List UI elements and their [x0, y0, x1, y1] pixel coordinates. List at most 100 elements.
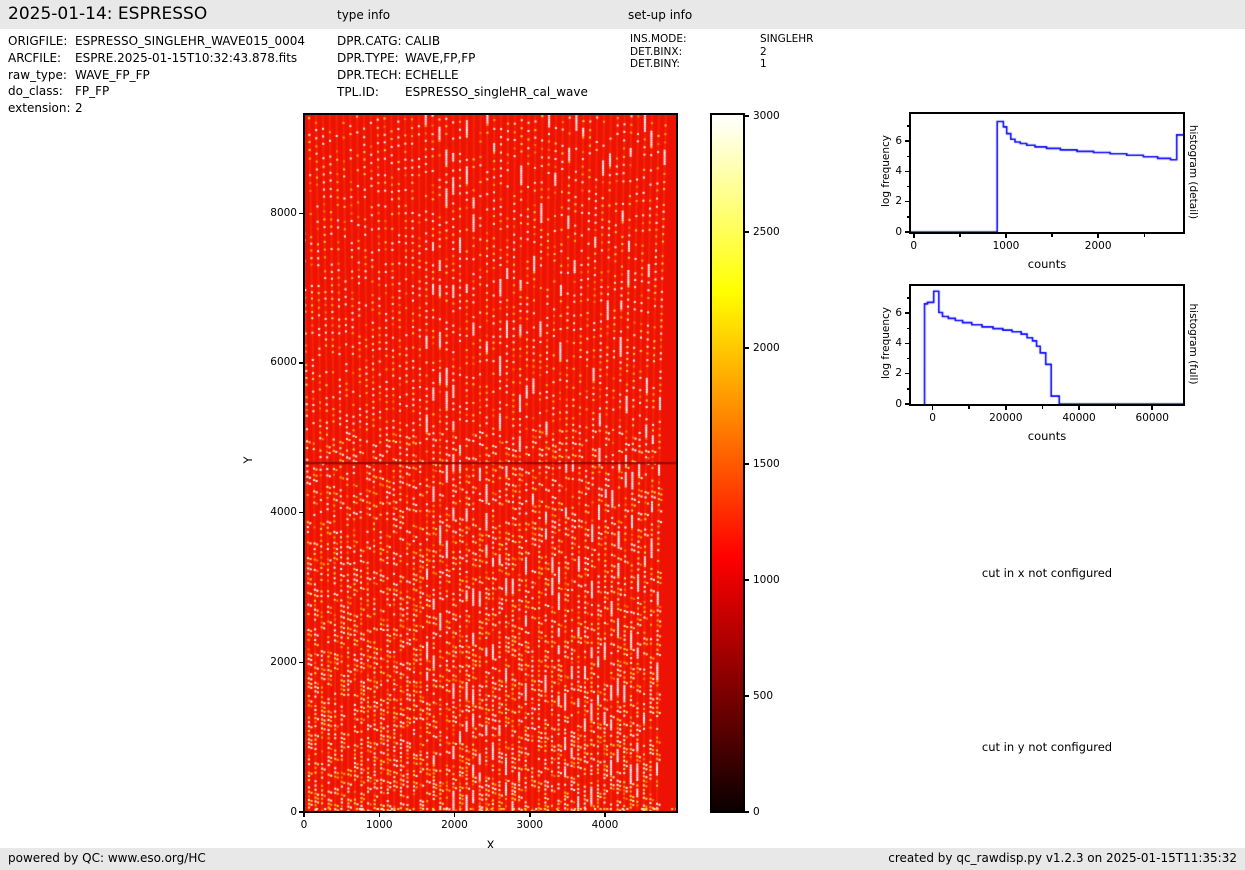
file-info-row-label: raw_type:	[8, 67, 67, 82]
histogram-detail-y-minor-tick	[906, 185, 909, 188]
histogram-full-y-tick	[905, 372, 909, 375]
histogram-detail-x-tick-label: 0	[910, 240, 918, 252]
setup-info-row: DET.BINX: 2	[630, 46, 813, 59]
raw-x-tick-label: 4000	[591, 819, 619, 831]
colorbar-tick-label: 500	[753, 689, 774, 702]
histogram-full-x-minor-tick	[968, 406, 970, 409]
setup-info-row-value: 1	[760, 58, 767, 71]
setup-info-row: DET.BINY: 1	[630, 58, 813, 71]
histogram-full-y-tick-label: 0	[895, 397, 902, 410]
raw-y-tick-label: 2000	[270, 655, 297, 668]
colorbar-tick	[745, 115, 749, 117]
type-info-row: DPR.TECH: ECHELLE	[337, 67, 588, 84]
histogram-full-x-tick-label: 60000	[1135, 412, 1169, 424]
file-info-row: raw_type: WAVE_FP_FP	[8, 67, 305, 84]
file-info-row-value: ESPRE.2025-01-15T10:32:43.878.fits	[75, 50, 298, 65]
histogram-detail-x-tick-label: 2000	[1084, 240, 1112, 252]
colorbar-tick-label: 3000	[753, 109, 780, 122]
type-info-row-value: WAVE,FP,FP	[405, 51, 476, 65]
colorbar-tick-label: 0	[753, 805, 760, 818]
raw-y-tick	[299, 811, 303, 813]
histogram-full-x-tick-label: 0	[929, 412, 936, 424]
setup-info-row-label: DET.BINY:	[630, 58, 680, 71]
raw-x-tick-label: 3000	[516, 819, 544, 831]
histogram-full-x-tick	[1078, 406, 1080, 410]
type-info-heading: type info	[337, 8, 391, 22]
colorbar-tick-label: 2500	[753, 225, 780, 238]
histogram-full-y-minor-tick	[906, 297, 909, 299]
histogram-full-x-tick	[1005, 406, 1007, 410]
raw-x-tick-label: 0	[300, 819, 308, 831]
file-info-row-value: ESPRESSO_SINGLEHR_WAVE015_0004	[75, 34, 305, 48]
file-info-row-label: do_class:	[8, 84, 63, 99]
file-info-row: do_class: FP_FP	[8, 83, 305, 100]
colorbar-tick-label: 2000	[753, 341, 780, 354]
histogram-detail-right-label: histogram (detail)	[1187, 124, 1199, 220]
histogram-full-xaxis-label: counts	[1027, 429, 1067, 443]
raw-y-tick-label: 6000	[270, 356, 297, 369]
type-info-row: DPR.CATG: CALIB	[337, 33, 588, 50]
setup-info-list: INS.MODE: SINGLEHR DET.BINX: 2 DET.BINY: 1	[630, 33, 813, 71]
histogram-full-x-tick	[931, 406, 934, 410]
type-info-row-value: ECHELLE	[405, 68, 459, 82]
histogram-detail-plot	[909, 112, 1185, 234]
type-info-list: DPR.CATG: CALIB DPR.TYPE: WAVE,FP,FP DPR.TEC…	[337, 33, 588, 101]
raw-y-tick-label: 8000	[270, 206, 297, 219]
type-info-row-label: DPR.TECH:	[337, 68, 402, 82]
footer-powered-by: powered by QC: www.eso.org/HC	[8, 851, 206, 865]
colorbar-tick-label: 1500	[753, 457, 780, 470]
file-info-row: extension: 2	[8, 100, 305, 117]
file-info-row-value: FP_FP	[75, 84, 110, 99]
file-info-row: ORIGFILE: ESPRESSO_SINGLEHR_WAVE015_0004	[8, 33, 305, 50]
histogram-detail-y-tick-label: 4	[895, 164, 902, 177]
colorbar-tick	[745, 579, 749, 581]
type-info-row-value: ESPRESSO_singleHR_cal_wave	[405, 85, 588, 99]
histogram-full-x-tick-label: 20000	[989, 412, 1023, 424]
colorbar	[710, 113, 745, 813]
qc-report-page: 2025-01-14: ESPRESSO type info set-up in…	[0, 0, 1245, 870]
histogram-detail-x-minor-tick	[1051, 234, 1053, 237]
setup-info-row-label: DET.BINX:	[630, 45, 683, 58]
histogram-full-y-minor-tick	[906, 327, 909, 330]
setup-info-row-value: 2	[760, 45, 767, 58]
histogram-full-y-tick	[905, 312, 909, 314]
histogram-detail-x-minor-tick	[1143, 234, 1146, 237]
histogram-detail-y-tick-label: 2	[895, 195, 902, 208]
histogram-full-x-tick	[1151, 406, 1153, 410]
histogram-full-y-tick	[905, 342, 909, 345]
colorbar-tick	[745, 231, 749, 233]
setup-info-row-value: SINGLEHR	[760, 33, 814, 45]
setup-info-row-label: INS.MODE:	[630, 33, 687, 45]
cut-y-note: cut in y not configured	[981, 740, 1113, 754]
file-info-row-label: extension:	[8, 101, 71, 116]
histogram-full-right-label: histogram (full)	[1187, 303, 1199, 385]
histogram-full-y-minor-tick	[906, 388, 909, 390]
raw-x-tick-label: 2000	[441, 819, 468, 831]
histogram-full-y-minor-tick	[906, 357, 909, 360]
page-title: 2025-01-14: ESPRESSO	[8, 4, 208, 24]
footer-created-by: created by qc_rawdisp.py v1.2.3 on 2025-…	[888, 851, 1237, 865]
cut-x-note: cut in x not configured	[981, 566, 1113, 580]
histogram-detail-x-tick	[1097, 234, 1099, 238]
type-info-row: DPR.TYPE: WAVE,FP,FP	[337, 50, 588, 67]
footer-bar: powered by QC: www.eso.org/HC created by…	[0, 848, 1245, 870]
colorbar-tick	[745, 695, 749, 697]
histogram-full-x-minor-tick	[1041, 406, 1044, 409]
histogram-detail-x-minor-tick	[959, 234, 961, 237]
raw-y-tick	[299, 362, 303, 364]
colorbar-tick-label: 1000	[753, 573, 780, 586]
histogram-full-x-minor-tick	[1114, 406, 1117, 409]
raw-x-tick-label: 1000	[365, 819, 393, 831]
histogram-detail-y-tick	[905, 231, 909, 233]
type-info-row-label: DPR.CATG:	[337, 34, 402, 48]
histogram-detail-canvas	[911, 114, 1183, 232]
histogram-detail-y-tick	[905, 200, 909, 203]
histogram-detail-x-tick	[913, 234, 915, 238]
histogram-detail-y-minor-tick	[906, 125, 909, 127]
raw-y-tick	[299, 212, 303, 215]
file-info-row-label: ARCFILE:	[8, 50, 62, 65]
file-info-row-label: ORIGFILE:	[8, 34, 68, 48]
histogram-detail-y-tick-label: 0	[895, 225, 902, 238]
colorbar-tick	[745, 463, 749, 465]
file-info-row: ARCFILE: ESPRE.2025-01-15T10:32:43.878.fi…	[8, 50, 305, 67]
